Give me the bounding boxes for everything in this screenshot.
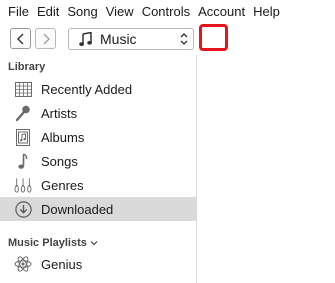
sidebar-item-artists[interactable]: Artists xyxy=(0,101,196,125)
microphone-icon xyxy=(14,104,32,122)
music-note-icon xyxy=(14,152,32,170)
download-icon xyxy=(14,200,32,218)
music-note-icon xyxy=(79,31,92,47)
library-header-label: Library xyxy=(8,61,46,73)
library-header: Library xyxy=(8,61,45,73)
back-button[interactable] xyxy=(10,28,31,49)
menu-help[interactable]: Help xyxy=(249,0,284,24)
sidebar-item-albums[interactable]: Albums xyxy=(0,125,196,149)
sidebar-item-recently-added[interactable]: Recently Added xyxy=(0,77,196,101)
menu-bar: File Edit Song View Controls Account Hel… xyxy=(0,0,335,24)
menu-controls[interactable]: Controls xyxy=(138,0,194,24)
menu-account[interactable]: Account xyxy=(194,0,249,24)
menu-song[interactable]: Song xyxy=(63,0,101,24)
chevron-right-icon xyxy=(43,33,50,44)
sidebar-item-genres[interactable]: Genres xyxy=(0,173,196,197)
media-type-selector[interactable]: Music xyxy=(68,28,194,50)
sidebar-item-label: Recently Added xyxy=(41,81,133,97)
highlight-box[interactable] xyxy=(199,24,228,51)
media-type-label: Music xyxy=(100,31,137,47)
chevron-down-icon xyxy=(90,240,98,246)
toolbar: Music xyxy=(0,24,335,55)
sidebar-item-genius[interactable]: Genius xyxy=(0,252,196,276)
genius-atom-icon xyxy=(14,255,32,273)
updown-arrows-icon xyxy=(180,32,188,46)
music-playlists-label: Music Playlists xyxy=(8,237,87,249)
sidebar-item-downloaded[interactable]: Downloaded xyxy=(0,197,196,221)
sidebar-item-songs[interactable]: Songs xyxy=(0,149,196,173)
album-icon xyxy=(14,128,32,146)
sidebar-item-label: Genius xyxy=(41,256,83,272)
sidebar-item-label: Downloaded xyxy=(41,201,114,217)
menu-edit[interactable]: Edit xyxy=(33,0,63,24)
menu-file[interactable]: File xyxy=(0,0,33,24)
sidebar-divider[interactable] xyxy=(196,55,197,283)
sidebar-item-label: Genres xyxy=(41,177,84,193)
music-playlists-header[interactable]: Music Playlists xyxy=(8,237,98,249)
sidebar-item-label: Artists xyxy=(41,105,78,121)
sidebar: Library Recently Added Artists Albums So… xyxy=(0,55,196,283)
grid-icon xyxy=(14,80,32,98)
sidebar-item-label: Songs xyxy=(41,153,78,169)
forward-button[interactable] xyxy=(35,28,56,49)
sidebar-item-label: Albums xyxy=(41,129,85,145)
chevron-left-icon xyxy=(16,33,23,44)
guitar-icon xyxy=(14,176,32,194)
menu-view[interactable]: View xyxy=(102,0,138,24)
